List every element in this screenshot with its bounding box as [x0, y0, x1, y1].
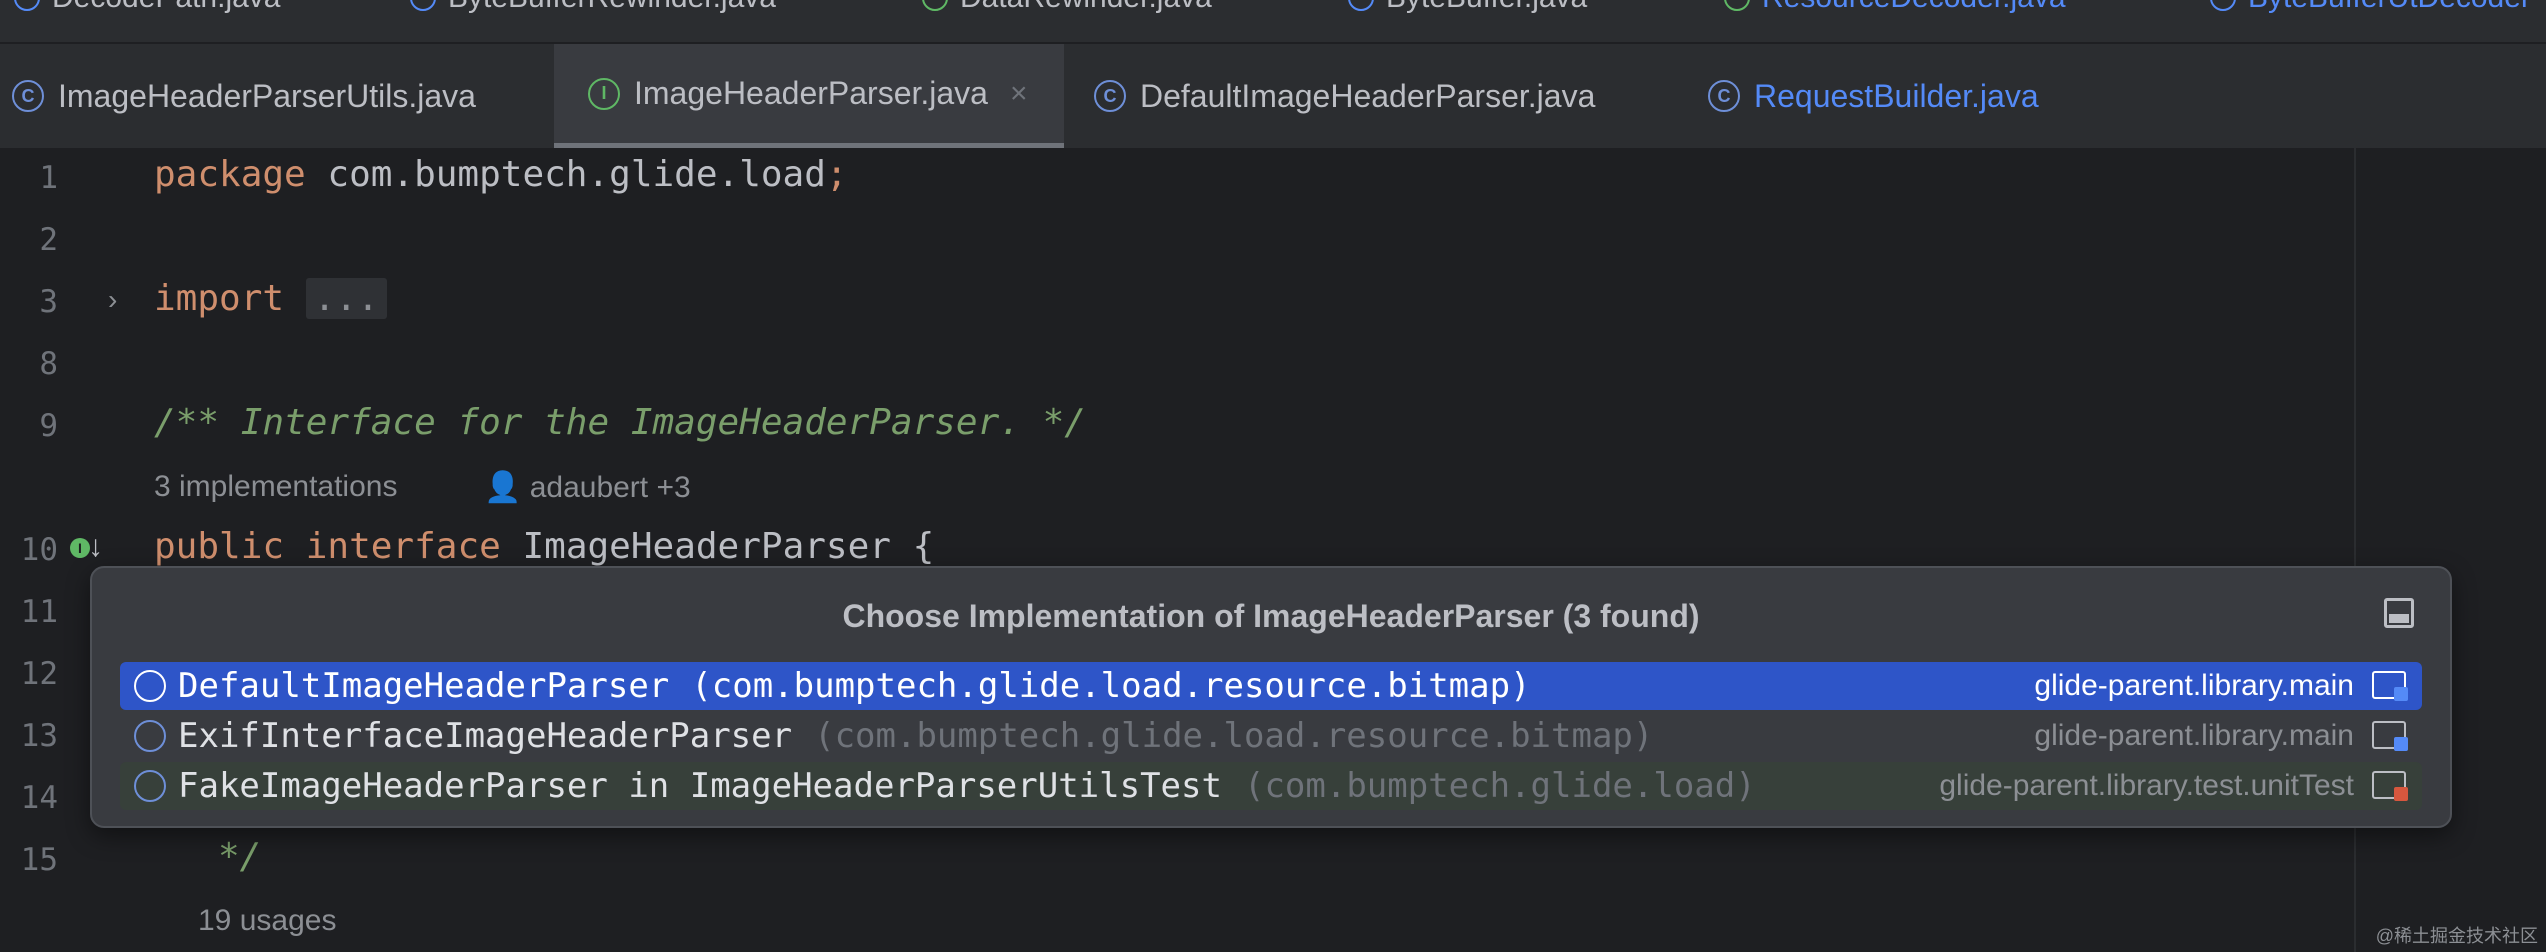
tab-default-image-header-parser[interactable]: C DefaultImageHeaderParser.java	[1094, 44, 1674, 148]
line-number: 10	[20, 532, 58, 568]
watermark: @稀土掘金技术社区	[2375, 926, 2538, 946]
line-number: 15	[20, 842, 58, 878]
tab-image-header-parser[interactable]: I ImageHeaderParser.java ×	[554, 44, 1064, 148]
arrow-down-icon[interactable]: ↓	[88, 530, 103, 564]
test-folder-icon	[2372, 771, 2408, 801]
tab-data-rewinder[interactable]: DataRewinder.java	[922, 0, 1212, 18]
choose-implementation-popup: Choose Implementation of ImageHeaderPars…	[90, 566, 2452, 828]
implementation-item[interactable]: DefaultImageHeaderParser (com.bumptech.g…	[120, 662, 2422, 710]
class-icon	[134, 670, 166, 702]
tab-resource-decoder[interactable]: ResourceDecoder.java	[1724, 0, 2066, 18]
implemented-icon[interactable]: I	[70, 538, 90, 558]
line-number: 8	[39, 346, 58, 382]
class-icon: C	[12, 80, 44, 112]
tab-byte-buffer-decoder[interactable]: ByteBufferUtDecoder	[2210, 0, 2531, 18]
module-folder-icon	[2372, 721, 2408, 751]
line-number: 2	[39, 222, 58, 258]
tab-byte-buffer-rewinder[interactable]: ByteBufferRewinder.java	[410, 0, 776, 18]
code-line-comment: /** Interface for the ImageHeaderParser.…	[154, 402, 1086, 443]
line-number: 14	[20, 780, 58, 816]
code-line-package: package com.bumptech.glide.load;	[154, 154, 848, 195]
line-number: 3	[39, 284, 58, 320]
line-number: 13	[20, 718, 58, 754]
author-hint[interactable]: 👤 adaubert +3	[484, 470, 691, 505]
tab-byte-buffer[interactable]: ByteBuffer.java	[1348, 0, 1587, 18]
line-number: 9	[39, 408, 58, 444]
implementations-hint[interactable]: 3 implementations	[154, 470, 397, 504]
module-folder-icon	[2372, 671, 2408, 701]
line-number: 12	[20, 656, 58, 692]
open-in-window-icon[interactable]	[2384, 598, 2414, 628]
class-icon	[2210, 0, 2236, 11]
close-icon[interactable]: ×	[1010, 77, 1028, 111]
class-icon	[1348, 0, 1374, 11]
line-number: 1	[39, 160, 58, 196]
class-icon: C	[1708, 80, 1740, 112]
class-icon	[134, 770, 166, 802]
user-icon: 👤	[484, 471, 522, 504]
tab-decode-path[interactable]: DecodePath.java	[14, 0, 281, 18]
code-line-interface: public interface ImageHeaderParser {	[154, 526, 935, 567]
usages-hint[interactable]: 19 usages	[198, 904, 336, 938]
folded-imports[interactable]: ...	[305, 278, 387, 319]
implementation-item[interactable]: FakeImageHeaderParser in ImageHeaderPars…	[120, 762, 2422, 810]
code-line-import: import ...	[154, 278, 387, 319]
tab-image-header-parser-utils[interactable]: C ImageHeaderParserUtils.java	[12, 44, 552, 148]
code-editor[interactable]: 1 2 3 8 9 10 11 12 13 14 15 › I ↓ packag…	[0, 148, 2546, 952]
tab-request-builder[interactable]: C RequestBuilder.java	[1708, 44, 2168, 148]
implementation-item[interactable]: ExifInterfaceImageHeaderParser (com.bump…	[120, 712, 2422, 760]
class-icon	[410, 0, 436, 11]
interface-icon	[922, 0, 948, 11]
right-margin-guide	[2354, 148, 2356, 952]
code-line-comment-end: */	[218, 836, 262, 877]
editor-tab-row: C ImageHeaderParserUtils.java I ImageHea…	[0, 44, 2546, 150]
class-icon	[14, 0, 40, 11]
class-icon: C	[1094, 80, 1126, 112]
popup-title: Choose Implementation of ImageHeaderPars…	[842, 598, 1700, 634]
class-icon	[134, 720, 166, 752]
interface-icon: I	[588, 77, 620, 110]
chevron-right-icon[interactable]: ›	[108, 284, 128, 315]
secondary-tab-row: DecodePath.java ByteBufferRewinder.java …	[0, 0, 2546, 43]
line-number: 11	[20, 594, 58, 630]
interface-icon	[1724, 0, 1750, 11]
